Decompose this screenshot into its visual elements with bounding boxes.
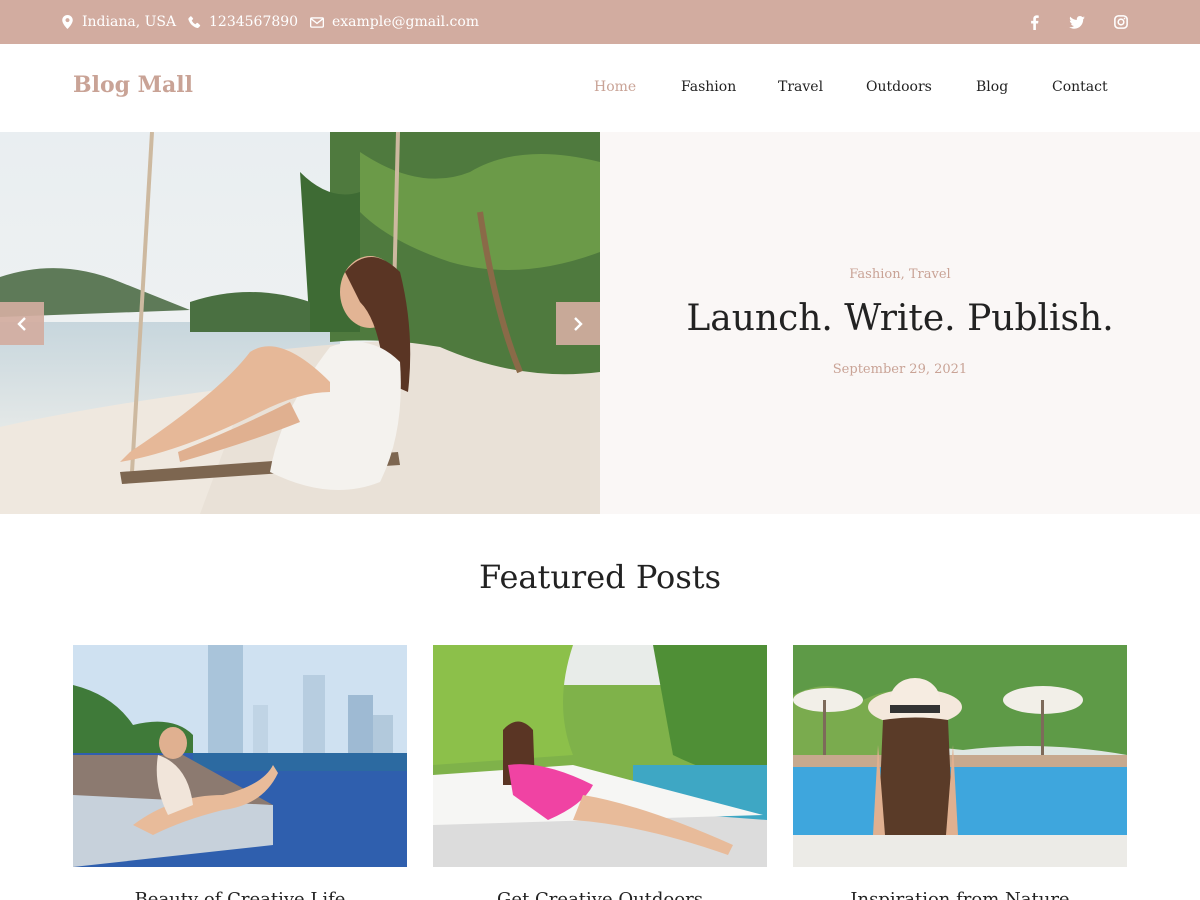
email-text[interactable]: example@gmail.com: [332, 14, 479, 30]
phone-icon: [188, 15, 201, 28]
post-title[interactable]: Get Creative Outdoors: [433, 889, 767, 900]
nav-travel[interactable]: Travel: [778, 79, 823, 95]
category-separator: ,: [900, 267, 909, 282]
location-info: Indiana, USA: [61, 0, 176, 44]
hero-categories: Fashion, Travel: [600, 267, 1200, 282]
category-fashion[interactable]: Fashion: [849, 267, 900, 282]
chevron-left-icon: [17, 316, 26, 331]
nav-outdoors[interactable]: Outdoors: [866, 79, 932, 95]
nav-contact[interactable]: Contact: [1052, 79, 1108, 95]
chevron-right-icon: [574, 316, 583, 331]
hero-date[interactable]: September 29, 2021: [600, 362, 1200, 377]
post-thumbnail[interactable]: [433, 645, 767, 867]
category-travel[interactable]: Travel: [909, 267, 951, 282]
facebook-icon[interactable]: [1024, 12, 1044, 32]
phone-info[interactable]: 1234567890: [188, 0, 298, 44]
hero-title[interactable]: Launch. Write. Publish.: [600, 298, 1200, 339]
featured-heading: Featured Posts: [478, 558, 722, 596]
hero-caption: Fashion, Travel Launch. Write. Publish. …: [600, 132, 1200, 514]
featured-post-card[interactable]: Beauty of Creative Life: [73, 645, 407, 900]
nav-fashion[interactable]: Fashion: [681, 79, 736, 95]
slider-prev-button[interactable]: [0, 302, 44, 345]
post-thumbnail[interactable]: [73, 645, 407, 867]
hero-slider: Fashion, Travel Launch. Write. Publish. …: [0, 132, 1200, 514]
location-pin-icon: [62, 15, 73, 29]
featured-post-card[interactable]: Get Creative Outdoors: [433, 645, 767, 900]
topbar: Indiana, USA 1234567890 example@gmail.co…: [0, 0, 1200, 44]
post-thumbnail[interactable]: [793, 645, 1127, 867]
twitter-icon[interactable]: [1067, 12, 1087, 32]
site-logo[interactable]: Blog Mall: [73, 72, 193, 98]
featured-post-card[interactable]: Inspiration from Nature: [793, 645, 1127, 900]
nav-home[interactable]: Home: [594, 79, 636, 95]
instagram-icon[interactable]: [1111, 12, 1131, 32]
slider-next-button[interactable]: [556, 302, 600, 345]
email-info[interactable]: example@gmail.com: [310, 0, 479, 44]
post-title[interactable]: Beauty of Creative Life: [73, 889, 407, 900]
site-header: Blog Mall Home Fashion Travel Outdoors B…: [0, 44, 1200, 132]
post-title[interactable]: Inspiration from Nature: [793, 889, 1127, 900]
hero-image[interactable]: [0, 132, 600, 514]
envelope-icon: [310, 16, 324, 28]
location-text: Indiana, USA: [82, 14, 177, 30]
nav-blog[interactable]: Blog: [976, 79, 1008, 95]
phone-text[interactable]: 1234567890: [209, 14, 298, 30]
